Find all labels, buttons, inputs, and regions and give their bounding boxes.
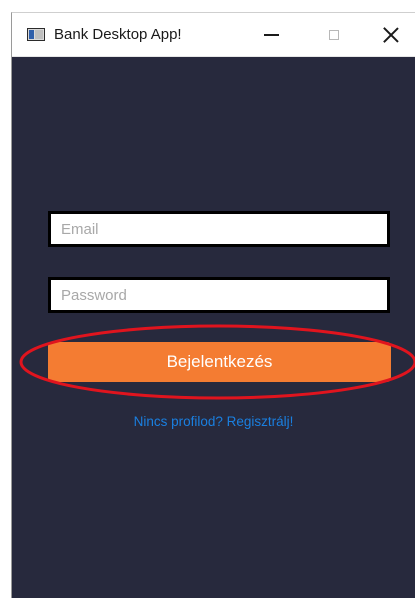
app-window-icon [27,28,45,41]
email-field[interactable] [48,211,390,247]
close-icon [383,27,399,43]
maximize-button[interactable] [311,13,357,57]
window-title: Bank Desktop App! [54,26,182,43]
password-field[interactable] [48,277,390,313]
minimize-icon [263,34,279,36]
app-window: Bank Desktop App! Bejelentkezés Nincs pr… [11,12,415,598]
close-button[interactable] [368,13,414,57]
register-link[interactable]: Nincs profilod? Regisztrálj! [12,414,415,429]
title-bar[interactable]: Bank Desktop App! [12,13,415,57]
minimize-button[interactable] [248,13,294,57]
maximize-icon [329,30,339,40]
login-button[interactable]: Bejelentkezés [48,342,391,382]
